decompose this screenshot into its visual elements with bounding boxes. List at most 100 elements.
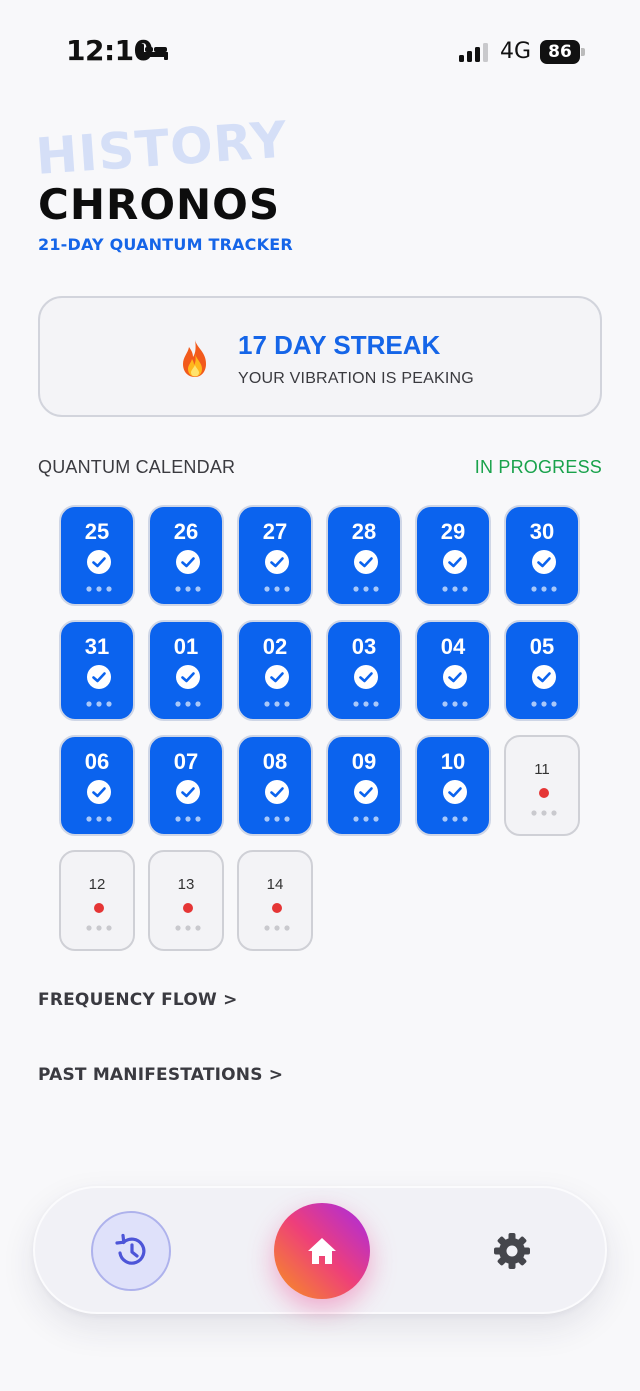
check-circle-icon bbox=[265, 665, 289, 689]
calendar-day-number: 10 bbox=[440, 749, 466, 774]
more-dots-icon bbox=[264, 701, 290, 707]
more-dots-icon bbox=[86, 925, 112, 931]
calendar-day[interactable]: 27 bbox=[237, 505, 313, 606]
check-circle-icon bbox=[443, 780, 467, 804]
calendar-day-number: 07 bbox=[173, 749, 199, 774]
check-circle-icon bbox=[176, 550, 200, 574]
gear-icon bbox=[494, 1233, 530, 1269]
calendar-day[interactable]: 08 bbox=[237, 735, 313, 836]
calendar-day[interactable]: 05 bbox=[504, 620, 580, 721]
calendar-day-number: 31 bbox=[84, 634, 110, 659]
calendar-day[interactable]: 31 bbox=[59, 620, 135, 721]
calendar-day-number: 29 bbox=[440, 519, 466, 544]
more-dots-icon bbox=[86, 701, 112, 707]
more-dots-icon bbox=[442, 586, 468, 592]
check-circle-icon bbox=[354, 665, 378, 689]
calendar-day[interactable]: 04 bbox=[415, 620, 491, 721]
check-circle-icon bbox=[354, 780, 378, 804]
calendar-day-number: 08 bbox=[262, 749, 288, 774]
past-manifestations-link[interactable]: PAST MANIFESTATIONS > bbox=[38, 1065, 283, 1085]
check-circle-icon bbox=[87, 780, 111, 804]
more-dots-icon bbox=[531, 586, 557, 592]
calendar-label: QUANTUM CALENDAR bbox=[38, 457, 236, 477]
more-dots-icon bbox=[175, 586, 201, 592]
more-dots-icon bbox=[86, 586, 112, 592]
calendar-day[interactable]: 12 bbox=[59, 850, 135, 951]
calendar-day[interactable]: 01 bbox=[148, 620, 224, 721]
more-dots-icon bbox=[442, 816, 468, 822]
calendar-day[interactable]: 03 bbox=[326, 620, 402, 721]
calendar-day[interactable]: 06 bbox=[59, 735, 135, 836]
check-circle-icon bbox=[87, 550, 111, 574]
calendar-day[interactable]: 28 bbox=[326, 505, 402, 606]
check-circle-icon bbox=[354, 550, 378, 574]
calendar-day-number: 26 bbox=[173, 519, 199, 544]
calendar-day-number: 12 bbox=[88, 876, 106, 893]
calendar-day-number: 05 bbox=[529, 634, 555, 659]
more-dots-icon bbox=[264, 816, 290, 822]
calendar-day[interactable]: 13 bbox=[148, 850, 224, 951]
calendar-day[interactable]: 14 bbox=[237, 850, 313, 951]
calendar-day-number: 11 bbox=[534, 761, 550, 778]
calendar-day-number: 01 bbox=[173, 634, 199, 659]
header-watermark: HISTORY bbox=[33, 110, 290, 186]
battery-level: 86 bbox=[540, 40, 580, 64]
calendar-day[interactable]: 07 bbox=[148, 735, 224, 836]
battery-icon: 86 bbox=[540, 40, 586, 64]
pending-dot bbox=[94, 903, 104, 913]
nav-home-button[interactable] bbox=[274, 1203, 370, 1299]
calendar-day[interactable]: 10 bbox=[415, 735, 491, 836]
network-label: 4G bbox=[500, 39, 532, 64]
nav-history-button[interactable] bbox=[91, 1211, 171, 1291]
pending-dot bbox=[539, 788, 549, 798]
more-dots-icon bbox=[353, 586, 379, 592]
more-dots-icon bbox=[175, 925, 201, 931]
fire-icon bbox=[183, 340, 206, 377]
calendar-day-number: 25 bbox=[84, 519, 110, 544]
bed-icon bbox=[140, 44, 168, 60]
more-dots-icon bbox=[531, 810, 557, 816]
calendar-day-number: 30 bbox=[529, 519, 555, 544]
calendar-day-number: 06 bbox=[84, 749, 110, 774]
more-dots-icon bbox=[175, 701, 201, 707]
calendar-day-number: 09 bbox=[351, 749, 377, 774]
calendar-day-number: 02 bbox=[262, 634, 288, 659]
check-circle-icon bbox=[532, 550, 556, 574]
check-circle-icon bbox=[532, 665, 556, 689]
calendar-day-number: 28 bbox=[351, 519, 377, 544]
calendar-day-number: 14 bbox=[266, 876, 284, 893]
check-circle-icon bbox=[265, 550, 289, 574]
calendar-day[interactable]: 09 bbox=[326, 735, 402, 836]
more-dots-icon bbox=[353, 816, 379, 822]
calendar-day-number: 03 bbox=[351, 634, 377, 659]
calendar-day-number: 13 bbox=[177, 876, 195, 893]
check-circle-icon bbox=[87, 665, 111, 689]
streak-text: YOUR VIBRATION IS PEAKING bbox=[238, 370, 474, 387]
check-circle-icon bbox=[265, 780, 289, 804]
streak-card: 17 DAY STREAK YOUR VIBRATION IS PEAKING bbox=[38, 296, 602, 417]
frequency-flow-link[interactable]: FREQUENCY FLOW > bbox=[38, 990, 238, 1010]
nav-settings-button[interactable] bbox=[487, 1226, 537, 1276]
more-dots-icon bbox=[264, 586, 290, 592]
calendar-grid: 25 26 27 28 29 30 31 01 02 03 04 05 06 07 08 09 10 11 12 13… bbox=[59, 505, 581, 951]
calendar-day[interactable]: 30 bbox=[504, 505, 580, 606]
more-dots-icon bbox=[264, 925, 290, 931]
check-circle-icon bbox=[443, 550, 467, 574]
page-subtitle: 21-DAY QUANTUM TRACKER bbox=[38, 235, 293, 254]
calendar-day[interactable]: 11 bbox=[504, 735, 580, 836]
calendar-status: IN PROGRESS bbox=[474, 457, 602, 477]
history-icon bbox=[115, 1233, 146, 1265]
calendar-day[interactable]: 25 bbox=[59, 505, 135, 606]
calendar-day-number: 04 bbox=[440, 634, 466, 659]
page-title: CHRONOS bbox=[38, 180, 281, 229]
calendar-day[interactable]: 29 bbox=[415, 505, 491, 606]
calendar-day[interactable]: 02 bbox=[237, 620, 313, 721]
pending-dot bbox=[272, 903, 282, 913]
calendar-day[interactable]: 26 bbox=[148, 505, 224, 606]
streak-title: 17 DAY STREAK bbox=[238, 330, 441, 360]
check-circle-icon bbox=[443, 665, 467, 689]
pending-dot bbox=[183, 903, 193, 913]
bottom-nav bbox=[33, 1186, 607, 1314]
status-bar: 12:10 4G 86 bbox=[0, 0, 640, 100]
home-icon bbox=[308, 1238, 336, 1264]
